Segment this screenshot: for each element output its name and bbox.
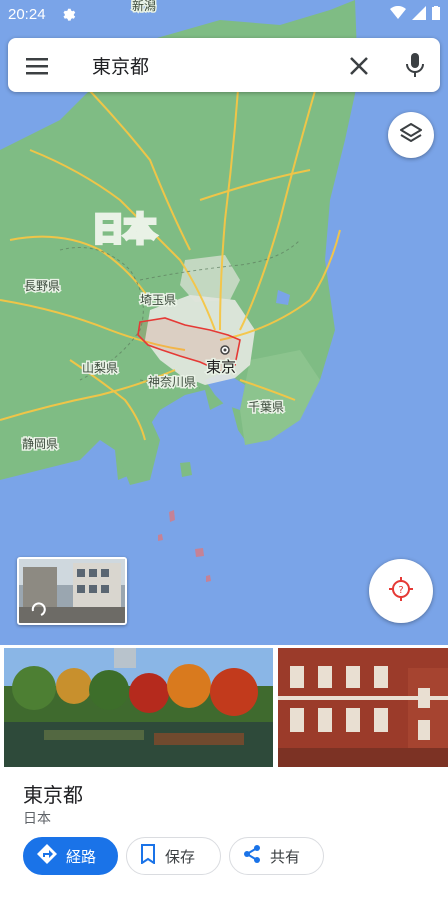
menu-icon[interactable] xyxy=(22,51,52,81)
share-label: 共有 xyxy=(270,847,301,866)
settings-icon xyxy=(60,5,76,25)
place-subtitle: 日本 xyxy=(23,811,51,827)
directions-icon xyxy=(36,843,58,869)
layers-icon xyxy=(399,121,423,149)
share-icon xyxy=(242,844,262,868)
country-label: 日本 xyxy=(92,210,156,248)
map-label-chiba: 千葉県 xyxy=(248,400,284,414)
my-location-button[interactable]: ? xyxy=(369,559,433,623)
directions-label: 経路 xyxy=(66,847,97,866)
place-photo-garden[interactable] xyxy=(4,648,273,767)
signal-icon xyxy=(412,6,426,24)
place-title: 東京都 xyxy=(23,783,83,807)
wifi-icon xyxy=(390,5,406,24)
my-location-icon: ? xyxy=(387,575,415,607)
status-bar: 20:24 xyxy=(0,0,448,30)
svg-text:?: ? xyxy=(398,585,403,596)
bookmark-icon xyxy=(139,844,157,868)
share-button[interactable]: 共有 xyxy=(229,837,324,875)
search-bar[interactable]: 東京都 xyxy=(8,38,440,92)
close-icon[interactable] xyxy=(344,51,374,81)
place-sheet[interactable]: 東京都 日本 経路 保存 共有 xyxy=(0,645,448,900)
map-label-shizuoka: 静岡県 xyxy=(22,437,58,451)
search-input[interactable]: 東京都 xyxy=(92,52,149,79)
layers-button[interactable] xyxy=(388,112,434,158)
map-label-yamanashi: 山梨県 xyxy=(82,361,118,375)
map-label-saitama: 埼玉県 xyxy=(140,293,176,307)
map-label-tokyo: 東京 xyxy=(206,358,236,376)
save-button[interactable]: 保存 xyxy=(126,837,221,875)
save-label: 保存 xyxy=(165,847,196,866)
directions-button[interactable]: 経路 xyxy=(23,837,118,875)
place-photo-station[interactable] xyxy=(278,648,448,767)
map-label-kanagawa: 神奈川県 xyxy=(148,375,196,389)
map-label-nagano: 長野県 xyxy=(24,279,60,293)
street-view-thumbnail[interactable] xyxy=(17,557,127,625)
battery-icon xyxy=(432,6,440,24)
mic-icon[interactable] xyxy=(400,50,430,80)
status-time: 20:24 xyxy=(8,6,46,23)
